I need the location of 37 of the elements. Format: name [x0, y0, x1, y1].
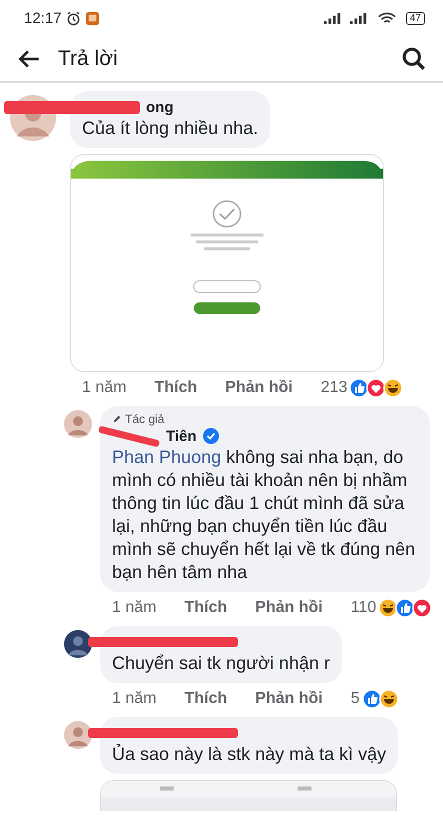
reaction-count: 213: [320, 379, 348, 397]
app-notification-icon: [84, 10, 100, 26]
reply-link[interactable]: Phản hồi: [255, 599, 323, 617]
battery-indicator: 47: [406, 12, 425, 24]
comment-text: Của ít lòng nhiều nha.: [82, 117, 258, 140]
signal-icon: [324, 12, 342, 24]
comment-text: Phan Phuong không sai nha bạn, do mình có nhiều tài khoản nên bị nhầm thông tin lúc đầu 1 chút mình đã sửa lại, những bạn chuyển tiền lúc đầu mình sẽ chuyển hết lại về tk đúng nên bạn hên tâm nha: [112, 446, 416, 584]
comment-text: Chuyển sai tk người nhận r: [112, 652, 330, 675]
mention-link[interactable]: Phan Phuong: [112, 447, 222, 467]
wifi-icon: [378, 12, 396, 24]
comment-time: 1 năm: [112, 599, 156, 617]
status-time: 12:17: [24, 10, 62, 26]
like-link[interactable]: Thích: [184, 599, 228, 617]
comment-text: Ủa sao này là stk này mà ta kì vậy: [112, 743, 386, 766]
like-reaction-icon: [349, 378, 370, 398]
laughing-reaction-icon: [378, 598, 398, 618]
heart-reaction-icon: [366, 378, 386, 398]
alarm-clock-icon: [66, 10, 81, 26]
author-name: ong: [146, 98, 174, 116]
reaction-count: 5: [350, 690, 360, 708]
like-reaction-icon: [395, 598, 416, 618]
reply-link[interactable]: Phản hồi: [255, 690, 323, 708]
like-link[interactable]: Thích: [184, 690, 228, 708]
like-reaction-icon: [362, 689, 382, 709]
laughing-reaction-icon: [383, 378, 404, 398]
comment-time: 1 năm: [112, 690, 156, 708]
reply-link[interactable]: Phản hồi: [225, 379, 293, 397]
heart-reaction-icon: [412, 598, 432, 618]
like-link[interactable]: Thích: [154, 379, 198, 397]
signal-icon: [350, 12, 368, 24]
reaction-count: 110: [350, 599, 376, 617]
author-label: Tác giả: [125, 412, 164, 426]
laughing-reaction-icon: [378, 689, 399, 709]
comment-time: 1 năm: [82, 379, 126, 397]
author-name: Tiên: [166, 428, 197, 444]
avatar[interactable]: [64, 630, 92, 658]
page-title: Trả lời: [58, 46, 118, 70]
